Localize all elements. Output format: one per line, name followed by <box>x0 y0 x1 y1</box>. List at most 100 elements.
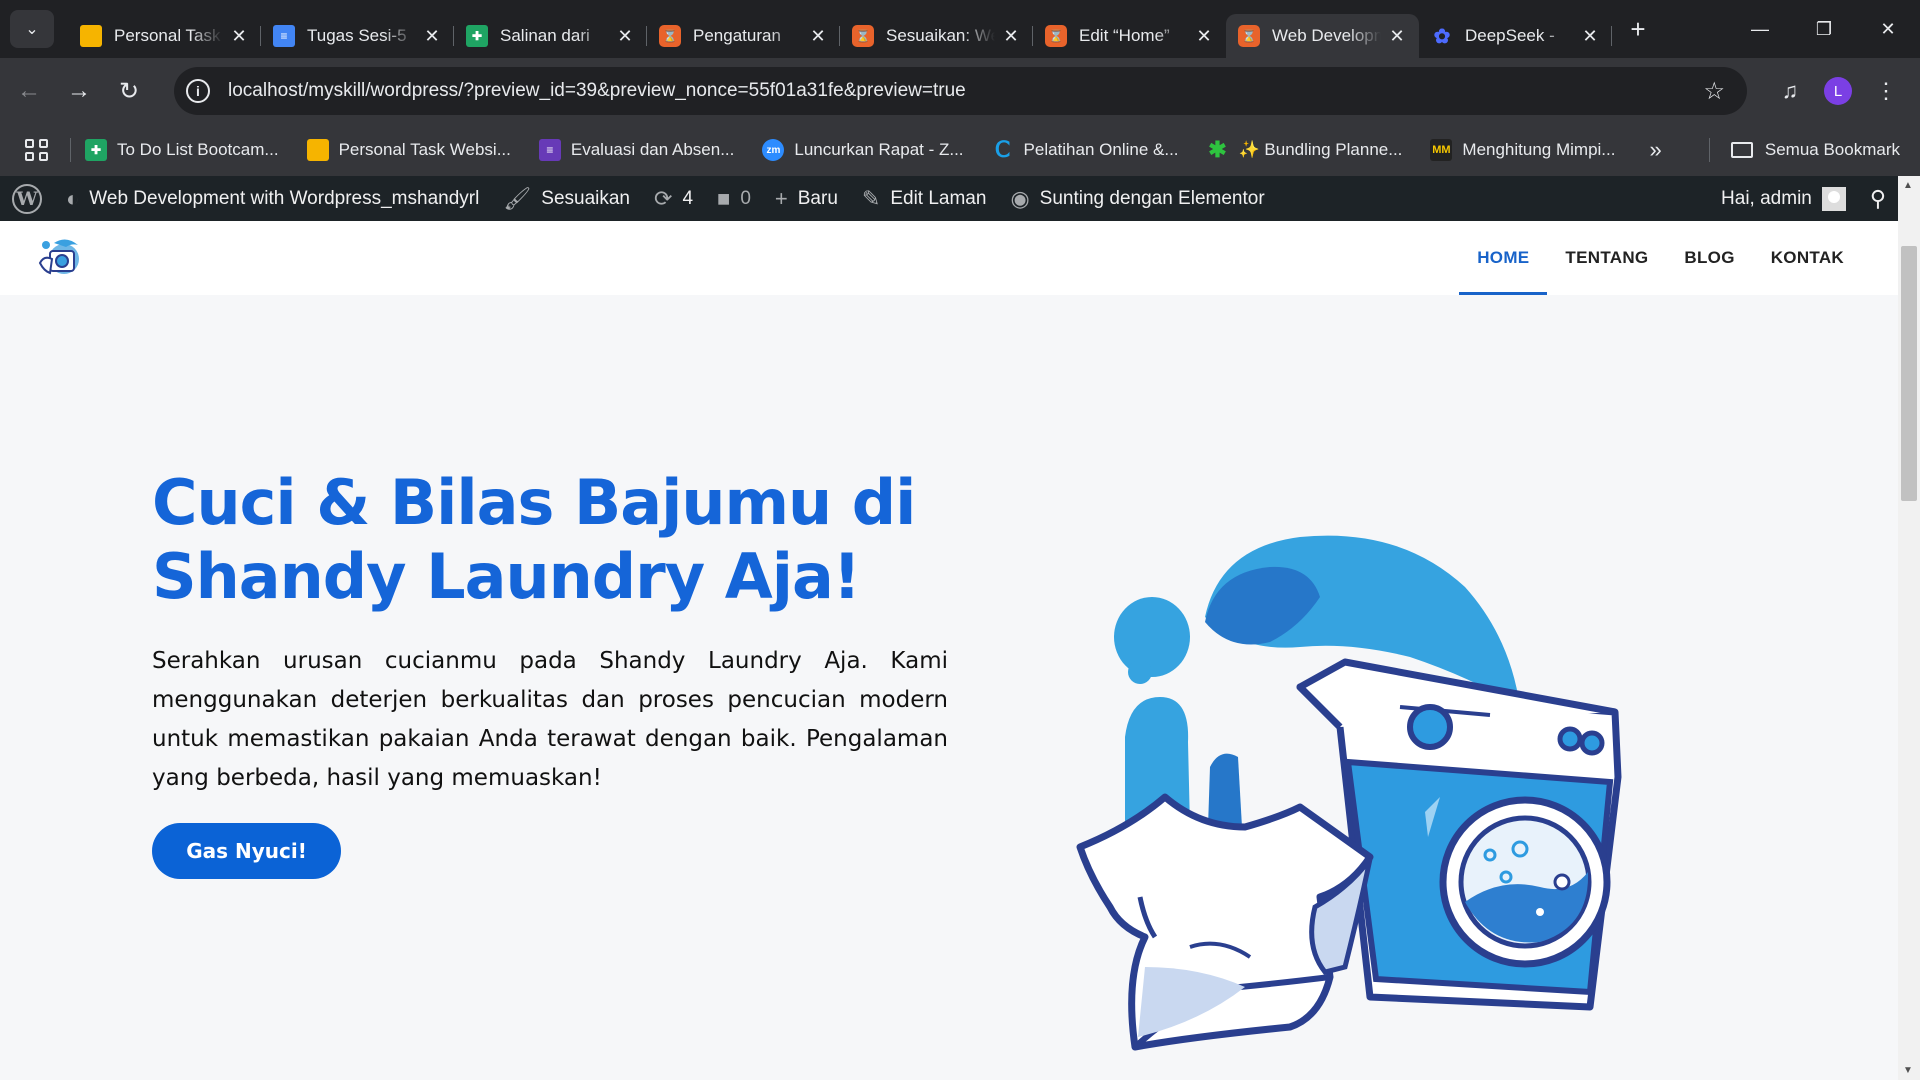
bookmark-zoom[interactable]: zm Luncurkan Rapat - Z... <box>762 139 964 161</box>
bookmark-label: To Do List Bootcam... <box>117 140 279 159</box>
media-controls-icon[interactable]: ♫ <box>1766 67 1814 115</box>
bookmark-separator <box>1709 138 1710 162</box>
bookmark-pelatihan[interactable]: Ⅽ Pelatihan Online &... <box>992 137 1179 162</box>
page-viewport: W ◐ Web Development with Wordpress_mshand… <box>0 176 1920 1080</box>
bookmark-star-icon[interactable]: ☆ <box>1703 77 1725 106</box>
close-icon[interactable]: ✕ <box>808 26 828 46</box>
tab-title: Sesuaikan: Web <box>886 26 995 45</box>
tab-search-button[interactable]: ⌄ <box>10 10 54 48</box>
bookmark-bundling[interactable]: ✱ ✨ Bundling Planne... <box>1207 137 1402 162</box>
window-close-icon[interactable]: ✕ <box>1856 0 1920 58</box>
more-bookmarks-icon[interactable]: » <box>1649 137 1661 163</box>
new-tab-button[interactable]: + <box>1620 11 1656 47</box>
menu-kebab-icon[interactable]: ⋮ <box>1862 67 1910 115</box>
all-bookmarks-button[interactable]: Semua Bookmark <box>1730 140 1900 160</box>
tab-separator <box>1611 26 1612 46</box>
close-icon[interactable]: ✕ <box>1387 26 1407 46</box>
close-icon[interactable]: ✕ <box>1580 26 1600 46</box>
new-content-menu[interactable]: + Baru <box>763 176 850 221</box>
tab-tugas-sesi[interactable]: ≡ Tugas Sesi-5 ✕ <box>261 14 454 58</box>
site-header: HOME TENTANG BLOG KONTAK <box>0 221 1898 295</box>
tab-pengaturan[interactable]: ⌛ Pengaturan ✕ <box>647 14 840 58</box>
site-name-menu[interactable]: ◐ Web Development with Wordpress_mshandyr… <box>54 176 491 221</box>
customize-label: Sesuaikan <box>541 187 630 209</box>
tab-edit-home[interactable]: ⌛ Edit “Home” ✕ <box>1033 14 1226 58</box>
elementor-icon: ◉ <box>1010 185 1030 211</box>
tab-web-development[interactable]: ⌛ Web Development ✕ <box>1226 14 1419 58</box>
close-icon[interactable]: ✕ <box>422 26 442 46</box>
sheets-icon: ✚ <box>85 139 107 161</box>
tab-list: Personal Task Website ✕ ≡ Tugas Sesi-5 ✕… <box>68 0 1656 58</box>
arrow-left-icon: ← <box>17 77 41 104</box>
elementor-edit-link[interactable]: ◉ Sunting dengan Elementor <box>998 176 1276 221</box>
wp-logo-menu[interactable]: W <box>0 176 54 221</box>
tab-deepseek[interactable]: ✿ DeepSeek - ✕ <box>1419 14 1612 58</box>
bookmark-personal-task[interactable]: Personal Task Websi... <box>306 139 511 161</box>
nav-kontak[interactable]: KONTAK <box>1753 221 1862 295</box>
hero-description: Serahkan urusan cucianmu pada Shandy Lau… <box>152 648 948 791</box>
main-nav: HOME TENTANG BLOG KONTAK <box>1459 221 1862 295</box>
nav-blog[interactable]: BLOG <box>1666 221 1752 295</box>
tab-title: Tugas Sesi-5 <box>307 26 407 45</box>
washing-machine-illustration <box>1076 535 1622 1051</box>
close-icon[interactable]: ✕ <box>615 26 635 46</box>
pencil-icon: ✎ <box>861 185 881 211</box>
plus-icon: + <box>774 185 788 211</box>
nav-tentang[interactable]: TENTANG <box>1547 221 1666 295</box>
bookmark-label: Pelatihan Online &... <box>1023 140 1179 159</box>
close-icon[interactable]: ✕ <box>1194 26 1214 46</box>
site-name: Web Development with Wordpress_mshandyrl <box>89 187 480 209</box>
reload-button[interactable]: ↻ <box>108 70 150 112</box>
admin-bar-secondary: Hai, admin ⚲ <box>1709 176 1898 221</box>
xampp-icon: ⌛ <box>1045 25 1067 47</box>
bookmarks-bar: ✚ To Do List Bootcam... Personal Task Web… <box>0 124 1920 176</box>
paintbrush-icon: 🖌 <box>503 185 532 211</box>
back-button[interactable]: ← <box>8 70 50 112</box>
minimize-icon[interactable]: — <box>1728 0 1792 58</box>
tab-title: Web Development <box>1272 26 1381 45</box>
close-icon[interactable]: ✕ <box>1001 26 1021 46</box>
tab-sesuaikan[interactable]: ⌛ Sesuaikan: Web ✕ <box>840 14 1033 58</box>
tab-title: DeepSeek - <box>1465 26 1555 45</box>
apps-grid-icon[interactable] <box>22 135 52 165</box>
restore-icon[interactable]: ❐ <box>1792 0 1856 58</box>
customize-link[interactable]: 🖌 Sesuaikan <box>491 176 642 221</box>
laundry-logo-icon[interactable] <box>36 233 86 279</box>
window-controls: — ❐ ✕ <box>1728 0 1920 58</box>
tab-title: Salinan dari <box>500 26 590 45</box>
scroll-down-arrow-icon[interactable]: ▼ <box>1903 1065 1913 1076</box>
my-account-menu[interactable]: Hai, admin <box>1709 176 1858 221</box>
dashboard-gauge-icon: ◐ <box>66 185 80 211</box>
address-bar[interactable]: i localhost/myskill/wordpress/?preview_i… <box>174 67 1747 115</box>
wordpress-logo-icon: W <box>12 183 42 214</box>
site-info-icon[interactable]: i <box>186 79 210 103</box>
bookmark-todo-list[interactable]: ✚ To Do List Bootcam... <box>85 139 279 161</box>
gas-nyuci-button[interactable]: Gas Nyuci! <box>152 823 341 879</box>
browser-toolbar: ← → ↻ i localhost/myskill/wordpress/?pre… <box>0 58 1920 124</box>
page-scrollbar[interactable]: ▲ ▼ <box>1898 176 1920 1080</box>
user-avatar <box>1821 186 1846 211</box>
bookmark-label: Luncurkan Rapat - Z... <box>794 140 964 159</box>
docs-icon: ≡ <box>273 25 295 47</box>
comments-link[interactable]: ■ 0 <box>705 176 763 221</box>
scroll-up-arrow-icon[interactable]: ▲ <box>1903 180 1913 191</box>
url-text[interactable]: localhost/myskill/wordpress/?preview_id=… <box>228 80 966 102</box>
scrollbar-thumb[interactable] <box>1901 246 1917 501</box>
updates-link[interactable]: ⟳ 4 <box>642 176 705 221</box>
close-icon[interactable]: ✕ <box>229 26 249 46</box>
profile-button[interactable]: L <box>1814 67 1862 115</box>
sheets-icon: ✚ <box>466 25 488 47</box>
tab-salinan[interactable]: ✚ Salinan dari ✕ <box>454 14 647 58</box>
nav-home[interactable]: HOME <box>1459 221 1548 295</box>
bookmark-evaluasi[interactable]: ≡ Evaluasi dan Absen... <box>538 139 734 161</box>
admin-search-button[interactable]: ⚲ <box>1858 176 1898 221</box>
tab-personal-task[interactable]: Personal Task Website ✕ <box>68 14 261 58</box>
edit-page-link[interactable]: ✎ Edit Laman <box>850 176 999 221</box>
bookmark-menghitung[interactable]: MM Menghitung Mimpi... <box>1430 139 1615 161</box>
plus-icon: + <box>1630 13 1646 44</box>
hero-section: Cuci & Bilas Bajumu di Shandy Laundry Aj… <box>0 295 1898 1080</box>
slides-icon <box>80 25 102 47</box>
forward-button[interactable]: → <box>58 70 100 112</box>
search-icon: ⚲ <box>1869 185 1886 211</box>
new-label: Baru <box>797 187 838 209</box>
